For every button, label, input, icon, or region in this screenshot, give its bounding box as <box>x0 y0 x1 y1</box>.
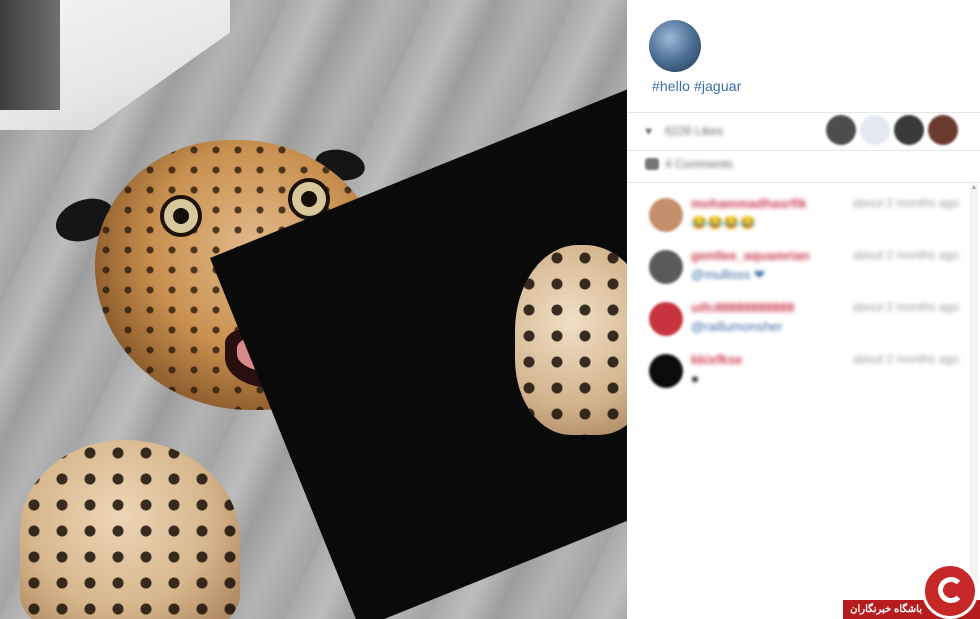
liker-avatar[interactable] <box>928 115 958 145</box>
comments-scrollbar[interactable]: ▲ <box>970 183 978 603</box>
author-avatar[interactable] <box>649 20 701 72</box>
watermark-logo-icon <box>922 563 978 619</box>
comment-text: 😂😂😂😂 <box>691 215 756 230</box>
commenter-username[interactable]: mohammadhasrfik <box>691 196 807 211</box>
comment-text: @raillumonsher <box>691 319 783 334</box>
comment-item: kkixfkse about 2 months ago ● <box>649 352 959 392</box>
jaguar-paw-right <box>515 245 627 435</box>
divider <box>627 112 980 113</box>
liker-avatar[interactable] <box>826 115 856 145</box>
commenter-avatar[interactable] <box>649 354 683 388</box>
liker-avatars <box>826 115 958 145</box>
photo-furniture <box>0 0 60 110</box>
commenter-username[interactable]: gentlee_aquamrian <box>691 248 810 263</box>
comment-timestamp: about 2 months ago <box>852 248 959 262</box>
comment-timestamp: about 2 months ago <box>852 300 959 314</box>
comment-item: utfc88888888888 about 2 months ago @rail… <box>649 300 959 340</box>
commenter-avatar[interactable] <box>649 250 683 284</box>
commenter-username[interactable]: kkixfkse <box>691 352 742 367</box>
comment-item: mohammadhasrfik about 2 months ago 😂😂😂😂 <box>649 196 959 236</box>
comment-item: gentlee_aquamrian about 2 months ago @mu… <box>649 248 959 288</box>
liker-avatar[interactable] <box>860 115 890 145</box>
scroll-up-icon[interactable]: ▲ <box>970 183 978 193</box>
commenter-avatar[interactable] <box>649 302 683 336</box>
comment-timestamp: about 2 months ago <box>852 352 959 366</box>
post-side-panel: #hello #jaguar ♥ 6226 Likes 4 Comments m… <box>627 0 980 619</box>
commenter-username[interactable]: utfc88888888888 <box>691 300 794 315</box>
comments-row: 4 Comments <box>645 157 733 171</box>
heart-icon: ♥ <box>645 124 653 138</box>
jaguar-paw-left <box>20 440 240 619</box>
comment-text: ● <box>691 371 699 386</box>
likes-row[interactable]: ♥ 6226 Likes <box>645 120 723 142</box>
divider <box>627 150 980 151</box>
divider <box>627 182 980 183</box>
liker-avatar[interactable] <box>894 115 924 145</box>
post-photo[interactable] <box>0 0 627 619</box>
post-caption[interactable]: #hello #jaguar <box>652 78 741 94</box>
comment-timestamp: about 2 months ago <box>852 196 959 210</box>
likes-count: 6226 Likes <box>665 124 724 138</box>
comment-icon <box>645 158 659 170</box>
jaguar-eye-left <box>160 195 202 237</box>
comment-text: @mullisss ❤ <box>691 267 765 282</box>
commenter-avatar[interactable] <box>649 198 683 232</box>
comments-count: 4 Comments <box>665 157 734 171</box>
